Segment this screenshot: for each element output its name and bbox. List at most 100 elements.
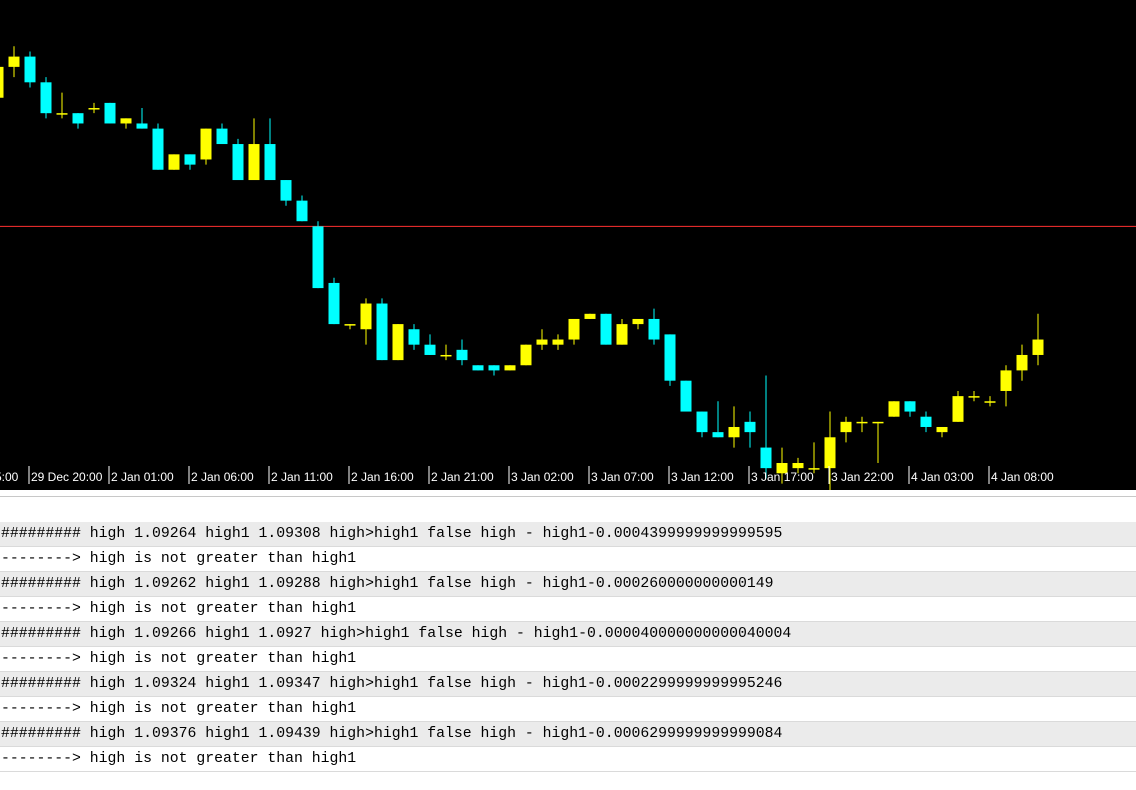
candle-body [600, 313, 612, 345]
candle [696, 411, 708, 438]
candle [648, 308, 660, 345]
candle [920, 411, 932, 433]
candle-body [296, 200, 308, 222]
candle-body [152, 128, 164, 170]
candle [120, 118, 132, 129]
candle-body [856, 421, 868, 424]
candle-body [424, 344, 436, 355]
candle-body [120, 118, 132, 124]
candle [248, 118, 260, 181]
panel-separator [0, 490, 1136, 497]
candle-body [520, 344, 532, 366]
candle-body [312, 226, 324, 289]
log-row: ######### high 1.09376 high1 1.09439 hig… [0, 722, 1136, 747]
candle [0, 66, 4, 98]
candle-body [264, 144, 276, 181]
time-axis-label: 2 Jan 16:00 [351, 470, 414, 484]
candle-body [888, 401, 900, 417]
candle [520, 344, 532, 366]
candle-body [456, 349, 468, 361]
candle-body [712, 432, 724, 438]
candle [392, 324, 404, 361]
candle [904, 401, 916, 417]
time-axis-label: 2 Jan 01:00 [111, 470, 174, 484]
candle [344, 324, 356, 330]
candle [616, 318, 628, 345]
candle-body [760, 447, 772, 469]
candle-body [216, 128, 228, 145]
candle [136, 108, 148, 129]
candle-body [408, 329, 420, 345]
candle-body [568, 318, 580, 340]
candle-body [728, 426, 740, 438]
time-axis-label: 29 Dec 20:00 [31, 470, 103, 484]
log-row: --------> high is not greater than high1 [0, 747, 1136, 772]
candle-body [184, 154, 196, 165]
candle-body [168, 154, 180, 170]
candle [88, 102, 100, 114]
candle [968, 390, 980, 402]
candle-body [616, 324, 628, 345]
log-panel: ######### high 1.09264 high1 1.09308 hig… [0, 522, 1136, 772]
log-row: ######### high 1.09262 high1 1.09288 hig… [0, 572, 1136, 597]
candle [952, 390, 964, 422]
candle [168, 154, 180, 170]
candle-body [392, 324, 404, 361]
candle-body [920, 416, 932, 427]
time-axis-label: 4 Jan 03:00 [911, 470, 974, 484]
time-axis-label: 2 Jan 21:00 [431, 470, 494, 484]
price-chart[interactable]: 5:00 29 Dec 20:00 2 Jan 01:00 2 Jan 06:00 2 … [0, 0, 1136, 490]
candle-body [344, 324, 356, 326]
candle-body [200, 128, 212, 160]
candle-body [936, 426, 948, 433]
candlestick-chart[interactable]: 5:00 29 Dec 20:00 2 Jan 01:00 2 Jan 06:00 2 … [0, 0, 1136, 490]
candle-body [248, 144, 260, 181]
candle [280, 180, 292, 206]
candle-body [72, 113, 84, 124]
candle-body [696, 411, 708, 433]
candle-body [904, 401, 916, 412]
candle [600, 313, 612, 345]
candle [488, 365, 500, 376]
candle [104, 102, 116, 124]
candle [296, 195, 308, 222]
candle-body [664, 334, 676, 381]
log-row: --------> high is not greater than high1 [0, 547, 1136, 572]
candle-body [88, 108, 100, 110]
log-row: --------> high is not greater than high1 [0, 597, 1136, 622]
candle [872, 421, 884, 463]
time-axis-label: 2 Jan 06:00 [191, 470, 254, 484]
candle [536, 329, 548, 350]
candle-body [840, 421, 852, 433]
candle [424, 334, 436, 355]
candle-body [872, 421, 884, 424]
candle-body [24, 56, 36, 83]
candle [456, 339, 468, 366]
candle-body [472, 365, 484, 371]
candle [408, 324, 420, 350]
candle [888, 401, 900, 417]
candle [312, 221, 324, 289]
candle-body [552, 339, 564, 345]
time-axis-label: 3 Jan 12:00 [671, 470, 734, 484]
candle [184, 154, 196, 170]
candle [664, 334, 676, 386]
candle-body [792, 463, 804, 469]
time-axis-label: 5:00 [0, 470, 19, 484]
candle [376, 298, 388, 361]
candle-body [280, 180, 292, 201]
candle [232, 138, 244, 181]
candle [1032, 313, 1044, 366]
candle [840, 416, 852, 443]
log-row: --------> high is not greater than high1 [0, 647, 1136, 672]
candle [328, 277, 340, 325]
log-row: ######### high 1.09324 high1 1.09347 hig… [0, 672, 1136, 697]
candle [984, 396, 996, 407]
candle [1000, 365, 1012, 407]
candle [1016, 344, 1028, 381]
time-axis-label: 3 Jan 07:00 [591, 470, 654, 484]
candle [24, 51, 36, 88]
log-row: ######### high 1.09264 high1 1.09308 hig… [0, 522, 1136, 547]
candle [584, 313, 596, 319]
candle-body [744, 421, 756, 433]
